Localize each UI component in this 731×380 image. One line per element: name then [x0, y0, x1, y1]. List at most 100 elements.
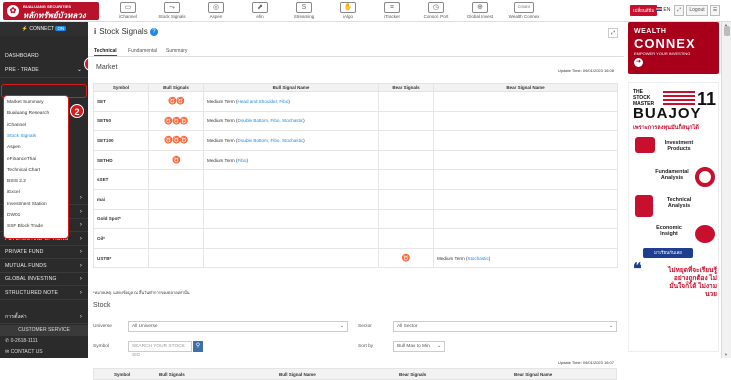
logo-thai: หลักทรัพย์บัวหลวง: [23, 11, 86, 20]
expand-icon[interactable]: ⤢: [608, 28, 618, 38]
submenu-item-efinancethai[interactable]: eFinanceThai: [7, 157, 36, 162]
main-panel: i Stock Signals ? ⤢ Technical Fundamental…: [88, 22, 624, 380]
table-row[interactable]: mai: [93, 188, 618, 210]
logout-button[interactable]: Logout: [686, 5, 708, 16]
symbol-cell[interactable]: Gold Spot*: [93, 208, 149, 230]
tab-technical[interactable]: Technical: [94, 48, 117, 56]
signal-term: Medium Term (: [437, 255, 468, 261]
phone-link[interactable]: ✆ 0-2618-1111: [5, 338, 38, 344]
symbol-cell[interactable]: mai: [93, 188, 149, 210]
learn-now-button[interactable]: มาเรียนกันเลย: [643, 248, 693, 258]
bualuang-logo[interactable]: ✿ BUALUANG SECURITIES หลักทรัพย์บัวหลวง: [3, 2, 99, 20]
scroll-thumb[interactable]: [724, 26, 730, 36]
symbol-cell[interactable]: SET50: [93, 110, 149, 132]
scroll-down-icon[interactable]: ▼: [724, 352, 728, 357]
sort-by-select[interactable]: Bull Max to Min ⌄: [393, 341, 445, 352]
chevron-right-icon: ›: [79, 208, 82, 215]
submenu-item-aspen[interactable]: Aspen: [7, 145, 21, 150]
chevron-right-icon: ›: [79, 195, 82, 201]
fullscreen-icon[interactable]: ⤢: [674, 5, 684, 16]
column-header-bull-signals[interactable]: Bull Signals: [159, 372, 185, 377]
column-header-bear-signals[interactable]: Bear Signals: [399, 372, 426, 377]
help-icon[interactable]: ?: [149, 28, 158, 36]
connect-toggle[interactable]: ⚡ CONNECT ON: [0, 22, 88, 36]
symbol-cell[interactable]: SETHD: [93, 149, 149, 171]
submenu-item-stock-signals[interactable]: Stock Signals: [7, 134, 36, 139]
search-icon[interactable]: ⚲: [193, 341, 203, 352]
symbol-cell[interactable]: SET100: [93, 130, 149, 151]
stock-master-banner[interactable]: THE STOCK MASTER 11 BUAJOY เพราะการลงทุนมั…: [628, 82, 719, 352]
contact-link[interactable]: ✉ CONTACT US: [5, 349, 43, 355]
signal-link[interactable]: Head and Shoulder, Fibo: [238, 99, 289, 104]
menu-icon[interactable]: ☰: [710, 5, 720, 16]
bull-signals-cell: ♉: [148, 149, 204, 171]
universe-select[interactable]: All Universe ⌄: [128, 321, 348, 332]
toolbar-itracker[interactable]: ⌗ iTracker: [371, 1, 413, 21]
bear-signal-name-cell: [433, 130, 618, 151]
table-row[interactable]: Oil*: [93, 228, 618, 249]
toolbar-global-invest[interactable]: ⊕ Global Invest: [459, 1, 501, 21]
symbol-cell[interactable]: Oil*: [93, 228, 149, 249]
table-row[interactable]: Gold Spot*: [93, 208, 618, 230]
connect-status-badge: ON: [55, 26, 67, 31]
submenu-item-market-summary[interactable]: Market Summary: [7, 100, 44, 105]
tab-fundamental[interactable]: Fundamental: [128, 48, 157, 54]
toolbar-wealth-connex[interactable]: CONEX Wealth Connex: [503, 1, 545, 21]
table-row[interactable]: SET50 ♉♉♉ Medium Term (Double Bottom, Fibo…: [93, 110, 618, 132]
bull-signals-cell: [148, 188, 204, 210]
toolbar-stock-signals[interactable]: ⤳ Stock Signals: [151, 1, 193, 21]
theme-button[interactable]: เปลี่ยนสีธีม: [630, 5, 658, 16]
sidebar-item-1[interactable]: PRE - TRADE ⌄: [0, 62, 88, 78]
technical-analysis-label: Technical Analysis: [666, 197, 692, 209]
toolbar-efin[interactable]: ⬈ efin: [239, 1, 281, 21]
symbol-search-input[interactable]: SEARCH YOUR STOCK SIG: [128, 341, 192, 358]
sidebar-item-6[interactable]: PRIVATE FUND ›: [0, 246, 88, 259]
signal-link[interactable]: Double Bottom, Fibo, Stochastic: [238, 118, 304, 123]
submenu-item-dw01[interactable]: DW01: [7, 213, 20, 218]
submenu-item-iexcel[interactable]: iExcel: [7, 190, 20, 195]
bear-signals-cell: [378, 208, 434, 230]
sector-select[interactable]: All Sector ⌄: [393, 321, 617, 332]
submenu-item-investment-station[interactable]: Investment Station: [7, 202, 47, 207]
submenu-item-ssf-block-trade[interactable]: SSF Block Trade: [7, 224, 43, 229]
table-row[interactable]: sSET: [93, 169, 618, 190]
arrow-right-icon: ➜: [634, 58, 643, 67]
bear-signals-cell: [378, 149, 434, 171]
table-row[interactable]: SET100 ♉♉♉ Medium Term (Double Bottom, Fib…: [93, 130, 618, 151]
signal-link[interactable]: Stochastic: [468, 256, 489, 261]
symbol-cell[interactable]: sSET: [93, 169, 149, 190]
sidebar-item-7[interactable]: MUTUAL FUNDS ›: [0, 260, 88, 273]
submenu-item-technical-chart[interactable]: Technical Chart: [7, 168, 40, 173]
signal-link[interactable]: Double Bottom, Fibo, Stochastic: [238, 138, 304, 143]
symbol-cell[interactable]: USTB*: [93, 247, 149, 269]
bear-signal-name-cell: Medium Term (Stochastic): [433, 247, 618, 269]
toolbar-streaming[interactable]: S Streaming: [283, 1, 325, 21]
sidebar-item-9[interactable]: STRUCTURED NOTE ›: [0, 287, 88, 300]
bull-signal-name-cell: [203, 208, 379, 230]
scrollbar[interactable]: ▲ ▼: [721, 22, 731, 358]
toolbar-ichannel[interactable]: ▭ iChannel: [107, 1, 149, 21]
chevron-right-icon: ›: [79, 222, 82, 228]
column-header: Bear Signal Name: [433, 83, 618, 92]
table-row[interactable]: SETHD ♉ Medium Term (Fibo): [93, 149, 618, 171]
column-header-bull-signal-name[interactable]: Bull Signal Name: [279, 372, 316, 377]
symbol-cell[interactable]: SET: [93, 91, 149, 112]
toolbar-aspen[interactable]: ◎ Aspen: [195, 1, 237, 21]
wealth-connex-banner[interactable]: WEALTH CONNEX EMPOWER YOUR INVESTING ➜: [628, 22, 719, 74]
sidebar-item-8[interactable]: GLOBAL INVESTING ›: [0, 273, 88, 286]
toolbar-ialgo[interactable]: ✋ iAlgo: [327, 1, 369, 21]
submenu-item-bsis-2-2[interactable]: BSIS 2.2: [7, 179, 26, 184]
submenu-item-ichannel[interactable]: iChannel: [7, 123, 26, 128]
signal-term: Medium Term (: [207, 98, 238, 104]
column-header-symbol[interactable]: Symbol: [114, 372, 130, 377]
table-row[interactable]: SET ♉♉ Medium Term (Head and Shoulder, Fib…: [93, 91, 618, 112]
toolbar-label: Aspen: [209, 14, 223, 19]
toolbar-consol-port[interactable]: ◷ Consol. Port: [415, 1, 457, 21]
language-selector[interactable]: EN: [656, 5, 670, 16]
sidebar-item-10[interactable]: การตั้งค่า ›: [0, 311, 88, 324]
table-row[interactable]: USTB* ♉ Medium Term (Stochastic): [93, 247, 618, 269]
tab-summary[interactable]: Summary: [166, 48, 187, 54]
submenu-item-bualuang-research[interactable]: Bualuang Research: [7, 111, 49, 116]
bull-signal-name-cell: Medium Term (Fibo): [203, 149, 379, 171]
column-header-bear-signal-name[interactable]: Bear Signal Name: [514, 372, 552, 377]
